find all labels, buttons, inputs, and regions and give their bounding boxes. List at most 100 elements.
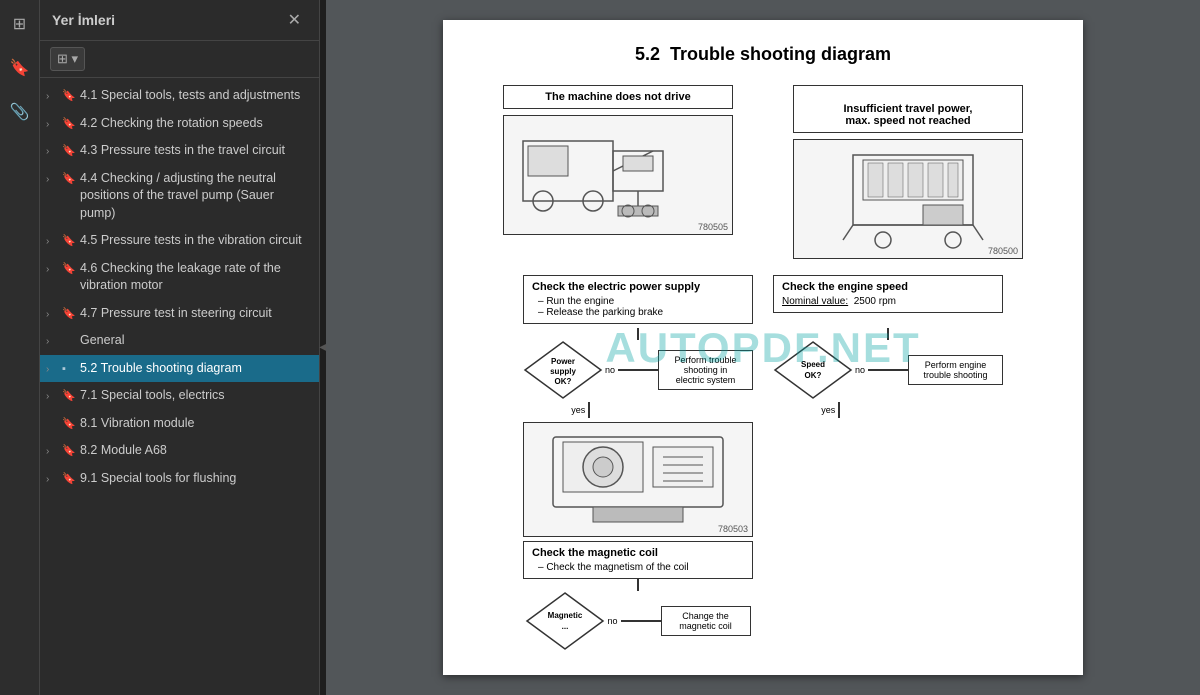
right-machine-image: 780500	[793, 139, 1023, 259]
sidebar-item-45[interactable]: › 🔖 4.5 Pressure tests in the vibration …	[40, 227, 319, 255]
pages-icon[interactable]: ⊞	[6, 10, 34, 38]
right-header-box: Insufficient travel power, max. speed no…	[793, 85, 1023, 133]
sidebar-toolbar: ⊞ ▾	[40, 41, 319, 78]
left-toolbar: ⊞ 🔖 📎	[0, 0, 40, 695]
chevron-icon-43: ›	[46, 145, 58, 159]
sidebar-label-46: 4.6 Checking the leakage rate of the vib…	[80, 260, 311, 295]
sidebar-item-general[interactable]: › General	[40, 327, 319, 355]
sidebar-item-91[interactable]: › 🔖 9.1 Special tools for flushing	[40, 465, 319, 493]
sidebar-item-44[interactable]: › 🔖 4.4 Checking / adjusting the neutral…	[40, 165, 319, 228]
main-content: AUTOPDF.NET 5.2 Trouble shooting diagram…	[326, 0, 1200, 695]
left-instruction-box: Check the electric power supply – Run th…	[523, 275, 753, 324]
bookmark-icon-42: 🔖	[62, 117, 76, 132]
sidebar-label-43: 4.3 Pressure tests in the travel circuit	[80, 142, 311, 160]
sidebar-item-81[interactable]: 🔖 8.1 Vibration module	[40, 410, 319, 438]
connector-right-1	[887, 328, 889, 340]
sidebar-label-82: 8.2 Module A68	[80, 442, 311, 460]
sidebar-label-71: 7.1 Special tools, electrics	[80, 387, 311, 405]
connector-coil-down	[637, 579, 639, 591]
bookmarks-icon[interactable]: 🔖	[6, 54, 34, 82]
sidebar-label-81: 8.1 Vibration module	[80, 415, 311, 433]
coil-check-box: Check the magnetic coil – Check the magn…	[523, 541, 753, 579]
right-nominal-label: Nominal value:	[782, 296, 848, 307]
chevron-icon-91: ›	[46, 473, 58, 487]
bookmark-icon-91: 🔖	[62, 472, 76, 487]
sidebar-item-47[interactable]: › 🔖 4.7 Pressure test in steering circui…	[40, 300, 319, 328]
coil-bullet-1: – Check the magnetism of the coil	[532, 562, 744, 573]
svg-text:...: ...	[562, 622, 569, 631]
bookmark-icon-82: 🔖	[62, 444, 76, 459]
bookmark-icon-43: 🔖	[62, 144, 76, 159]
right-no-action: Perform enginetrouble shooting	[908, 355, 1003, 385]
right-nominal: Nominal value: 2500 rpm	[782, 296, 994, 307]
bookmark-icon-52: ▪	[62, 362, 76, 377]
bookmark-icon-44: 🔖	[62, 172, 76, 187]
chevron-icon-45: ›	[46, 235, 58, 249]
left-box-title: Check the electric power supply	[532, 281, 744, 293]
sidebar-item-42[interactable]: › 🔖 4.2 Checking the rotation speeds	[40, 110, 319, 138]
svg-text:Power: Power	[551, 357, 575, 366]
chevron-icon-42: ›	[46, 118, 58, 132]
right-diamond-no-label: no	[855, 365, 865, 375]
left-img-num: 780505	[698, 222, 728, 232]
connector-yes-right	[838, 402, 840, 418]
sidebar-label-general: General	[80, 332, 311, 350]
right-instruction-box: Check the engine speed Nominal value: 25…	[773, 275, 1003, 324]
sidebar-close-button[interactable]: ✕	[282, 8, 307, 32]
left-no-action: Perform troubleshooting inelectric syste…	[658, 350, 753, 390]
right-diamond-wrapper: Speed OK?	[773, 340, 853, 400]
sidebar: Yer İmleri ✕ ⊞ ▾ › 🔖 4.1 Special tools, …	[40, 0, 320, 695]
sidebar-item-82[interactable]: › 🔖 8.2 Module A68	[40, 437, 319, 465]
left-diamond-wrapper: Power supply OK?	[523, 340, 603, 400]
sidebar-item-52[interactable]: › ▪ 5.2 Trouble shooting diagram	[40, 355, 319, 383]
right-box-title: Check the engine speed	[782, 281, 994, 293]
chevron-icon-82: ›	[46, 445, 58, 459]
svg-text:supply: supply	[550, 367, 576, 376]
chevron-icon-46: ›	[46, 263, 58, 277]
chevron-icon-52: ›	[46, 363, 58, 377]
bookmark-icon-71: 🔖	[62, 389, 76, 404]
sidebar-header: Yer İmleri ✕	[40, 0, 319, 41]
left-machine-image: 780505	[503, 115, 733, 235]
bottom-img-num: 780503	[718, 524, 748, 534]
sidebar-label-47: 4.7 Pressure test in steering circuit	[80, 305, 311, 323]
left-header-box: The machine does not drive	[503, 85, 733, 109]
right-diamond-yes-label: yes	[821, 405, 835, 415]
right-header-text: Insufficient travel power, max. speed no…	[844, 103, 973, 127]
bookmark-icon-47: 🔖	[62, 307, 76, 322]
left-bullet-1: – Run the engine	[532, 296, 744, 307]
svg-text:Speed: Speed	[801, 360, 825, 369]
bookmark-icon-81: 🔖	[62, 417, 76, 432]
sidebar-item-46[interactable]: › 🔖 4.6 Checking the leakage rate of the…	[40, 255, 319, 300]
sidebar-item-43[interactable]: › 🔖 4.3 Pressure tests in the travel cir…	[40, 137, 319, 165]
attachments-icon[interactable]: 📎	[6, 98, 34, 126]
connector-yes-left	[588, 402, 590, 418]
chevron-icon-general: ›	[46, 335, 58, 349]
sidebar-view-button[interactable]: ⊞ ▾	[50, 47, 85, 71]
left-diamond-yes-label: yes	[571, 405, 585, 415]
sidebar-list: › 🔖 4.1 Special tools, tests and adjustm…	[40, 78, 319, 695]
magnetic-diamond-wrapper: Magnetic ...	[525, 591, 605, 651]
right-nominal-value: 2500 rpm	[854, 296, 896, 307]
sidebar-tool-label: ⊞ ▾	[57, 51, 78, 67]
bookmark-icon-41: 🔖	[62, 89, 76, 104]
right-col-bottom	[773, 422, 1003, 651]
connector-left-1	[637, 328, 639, 340]
connector-h-left	[618, 369, 658, 371]
document-page: AUTOPDF.NET 5.2 Trouble shooting diagram…	[443, 20, 1083, 675]
doc-title-text: Trouble shooting diagram	[670, 44, 891, 64]
left-bullet-2: – Release the parking brake	[532, 307, 744, 318]
chevron-icon-41: ›	[46, 90, 58, 104]
chevron-icon-71: ›	[46, 390, 58, 404]
sidebar-item-41[interactable]: › 🔖 4.1 Special tools, tests and adjustm…	[40, 82, 319, 110]
bookmark-icon-45: 🔖	[62, 234, 76, 249]
sidebar-label-41: 4.1 Special tools, tests and adjustments	[80, 87, 311, 105]
svg-text:OK?: OK?	[555, 377, 572, 386]
left-header-text: The machine does not drive	[545, 91, 690, 103]
chevron-icon-47: ›	[46, 308, 58, 322]
sidebar-item-71[interactable]: › 🔖 7.1 Special tools, electrics	[40, 382, 319, 410]
magnetic-no-action: Change themagnetic coil	[661, 606, 751, 636]
coil-svg	[533, 427, 743, 532]
doc-title: 5.2 Trouble shooting diagram	[473, 44, 1053, 65]
svg-text:Magnetic: Magnetic	[548, 611, 583, 620]
